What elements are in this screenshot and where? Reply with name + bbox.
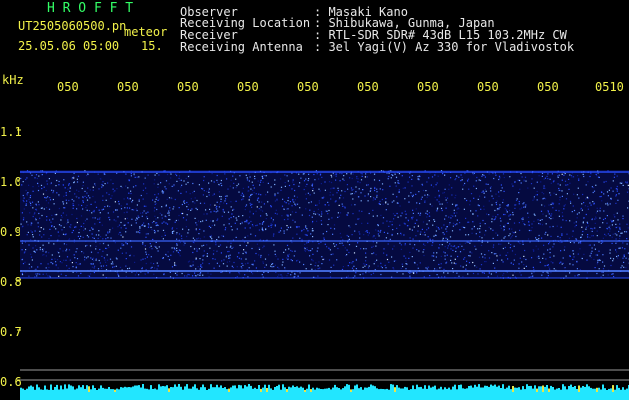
trace-fill xyxy=(20,392,629,400)
carrier-streak xyxy=(20,270,629,272)
noise-band-bg xyxy=(20,170,629,278)
spectrogram xyxy=(17,129,629,400)
carrier-streak xyxy=(20,171,629,173)
carrier-streak xyxy=(20,277,629,279)
signal-strength-trace xyxy=(20,384,629,400)
carrier-streak xyxy=(20,240,629,242)
noise-band xyxy=(20,170,629,279)
